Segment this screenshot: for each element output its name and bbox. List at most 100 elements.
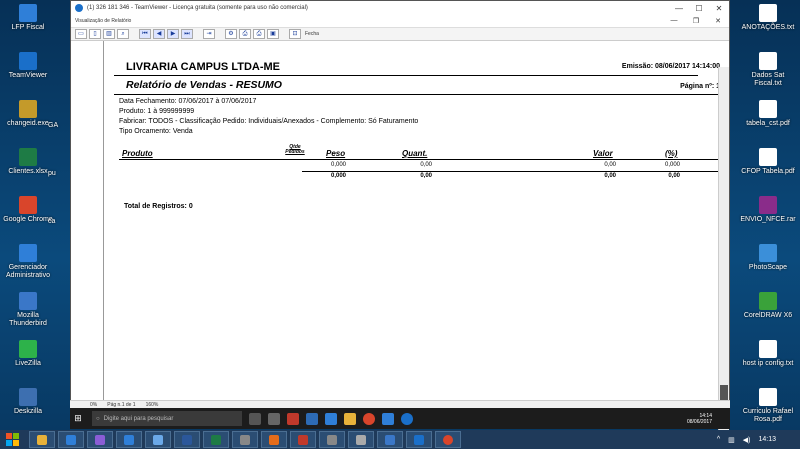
filter-classification: Fabricar: TODOS - Classificação Pedido: … [119,118,419,125]
first-page-icon[interactable]: ⏮ [139,29,151,39]
taskbar-app[interactable] [174,431,200,448]
file-icon [19,148,37,166]
printer-setup-icon[interactable]: ⎙ [239,29,251,39]
desktop-icon[interactable]: Curriculo Rafael Rosa.pdf [740,388,796,424]
network-icon[interactable]: ▥ [728,436,735,444]
teamviewer-titlebar: (1) 326 181 346 - TeamViewer - Licença g… [71,1,729,16]
file-icon [759,244,777,262]
page-width-icon[interactable]: ▭ [75,29,87,39]
desktop-icon[interactable]: ANOTAÇÕES.txt [740,4,796,32]
desktop-icon[interactable]: Gerenciador Administrativo [0,244,56,280]
taskbar-app[interactable] [435,431,461,448]
windows-start-icon[interactable]: ⊞ [70,408,86,429]
report-viewer-window: Visualização de Relatório — ❐ ✕ ▭ ▯ ▥ ⌕ … [71,15,729,431]
remote-clock[interactable]: 14:14 08/06/2017 [687,413,730,425]
taskbar-app[interactable] [377,431,403,448]
chrome-icon[interactable] [363,412,375,425]
windows-start-icon[interactable] [0,430,26,449]
minimize-icon[interactable]: — [663,17,685,25]
maximize-icon[interactable]: ☐ [689,4,709,13]
column-header-qtde-pedidos: Qtde Pedidos [285,144,305,155]
desktop-icon[interactable]: CorelDRAW X6 [740,292,796,320]
volume-icon[interactable]: ◀) [743,436,751,444]
minimize-icon[interactable]: — [669,4,689,13]
taskbar-app[interactable] [290,431,316,448]
two-pages-icon[interactable]: ▥ [103,29,115,39]
desktop-icon[interactable]: Deskzilla [0,388,56,416]
app-icon[interactable] [325,412,337,425]
desktop-icon-label: tabela_cst.pdf [746,120,790,127]
taskbar-app[interactable] [29,431,55,448]
taskbar-app[interactable] [203,431,229,448]
desktop-icon-label: TeamViewer [8,72,48,79]
mic-icon[interactable] [249,412,261,425]
taskbar-app[interactable] [232,431,258,448]
desktop-icon-label: ENVIO_NFCE.rar [740,216,796,223]
desktop-icon[interactable]: Dados Sat Fiscal.txt [740,52,796,88]
desktop-icon-label-partial: GA [48,122,59,129]
folder-icon[interactable] [344,412,356,425]
taskbar-app[interactable] [145,431,171,448]
desktop-icon[interactable]: tabela_cst.pdf [740,100,796,128]
taskbar-app[interactable] [406,431,432,448]
desktop-icon[interactable]: CFOP Tabela.pdf [740,148,796,176]
file-icon [759,388,777,406]
close-report-button[interactable]: Fecha [305,31,319,37]
save-icon[interactable]: ▣ [267,29,279,39]
row-valor: 0,00 [604,162,616,168]
desktop-icon-label: PhotoScape [748,264,788,271]
app-icon[interactable] [287,412,299,425]
taskbar-app[interactable] [261,431,287,448]
close-icon[interactable]: ✕ [707,17,729,25]
exit-icon[interactable]: ⊡ [289,29,301,39]
close-icon[interactable]: ✕ [709,4,729,13]
file-icon [759,100,777,118]
next-page-icon[interactable]: ▶ [167,29,179,39]
task-view-icon[interactable] [268,412,280,425]
desktop-icon[interactable]: TeamViewer [0,52,56,80]
column-header-produto: Produto [122,149,153,158]
taskbar-app[interactable] [116,431,142,448]
company-name: LIVRARIA CAMPUS LTDA-ME [126,61,280,73]
row-quant: 0,00 [420,162,432,168]
desktop-icon[interactable]: LFP Fiscal [0,4,56,32]
previous-page-icon[interactable]: ◀ [153,29,165,39]
desktop-icon[interactable]: Mozilla Thunderbird [0,292,56,328]
taskbar-app[interactable] [319,431,345,448]
file-icon [19,196,37,214]
zoom-icon[interactable]: ⌕ [117,29,129,39]
desktop-icon[interactable]: host ip config.txt [740,340,796,368]
print-icon[interactable]: ⎙ [253,29,265,39]
whole-page-icon[interactable]: ▯ [89,29,101,39]
total-quant: 0,00 [420,173,432,179]
file-icon [19,52,37,70]
restore-icon[interactable]: ❐ [685,17,707,25]
desktop-icon-label-partial: pu [48,170,56,177]
desktop-icon-label: LFP Fiscal [11,24,45,31]
desktop-icon-label: Dados Sat Fiscal.txt [751,72,785,87]
app-icon[interactable] [306,412,318,425]
last-page-icon[interactable]: ⏭ [181,29,193,39]
goto-page-icon[interactable]: ⇥ [203,29,215,39]
taskbar-app[interactable] [58,431,84,448]
divider [119,159,720,160]
file-icon [19,340,37,358]
desktop-icon[interactable]: LiveZilla [0,340,56,368]
tray-chevron-icon[interactable]: ^ [717,436,720,443]
taskbar-app[interactable] [348,431,374,448]
file-icon [19,100,37,118]
setup-icon[interactable]: ⚙ [225,29,237,39]
desktop-icon[interactable]: ENVIO_NFCE.rar [740,196,796,224]
remote-search-input[interactable]: ○ Digite aqui para pesquisar [92,411,242,426]
divider [114,75,698,76]
desktop-icon-label: Mozilla Thunderbird [9,312,47,327]
taskbar-app[interactable] [87,431,113,448]
total-valor: 0,00 [604,173,616,179]
row-percent: 0,000 [664,162,680,168]
report-viewer-title: Visualização de Relatório [75,18,132,24]
vertical-scrollbar[interactable] [718,67,729,431]
desktop-icon[interactable]: PhotoScape [740,244,796,272]
taskbar-clock[interactable]: 14:13 [758,436,776,443]
teamviewer-icon[interactable] [401,412,413,425]
app-icon[interactable] [382,412,394,425]
